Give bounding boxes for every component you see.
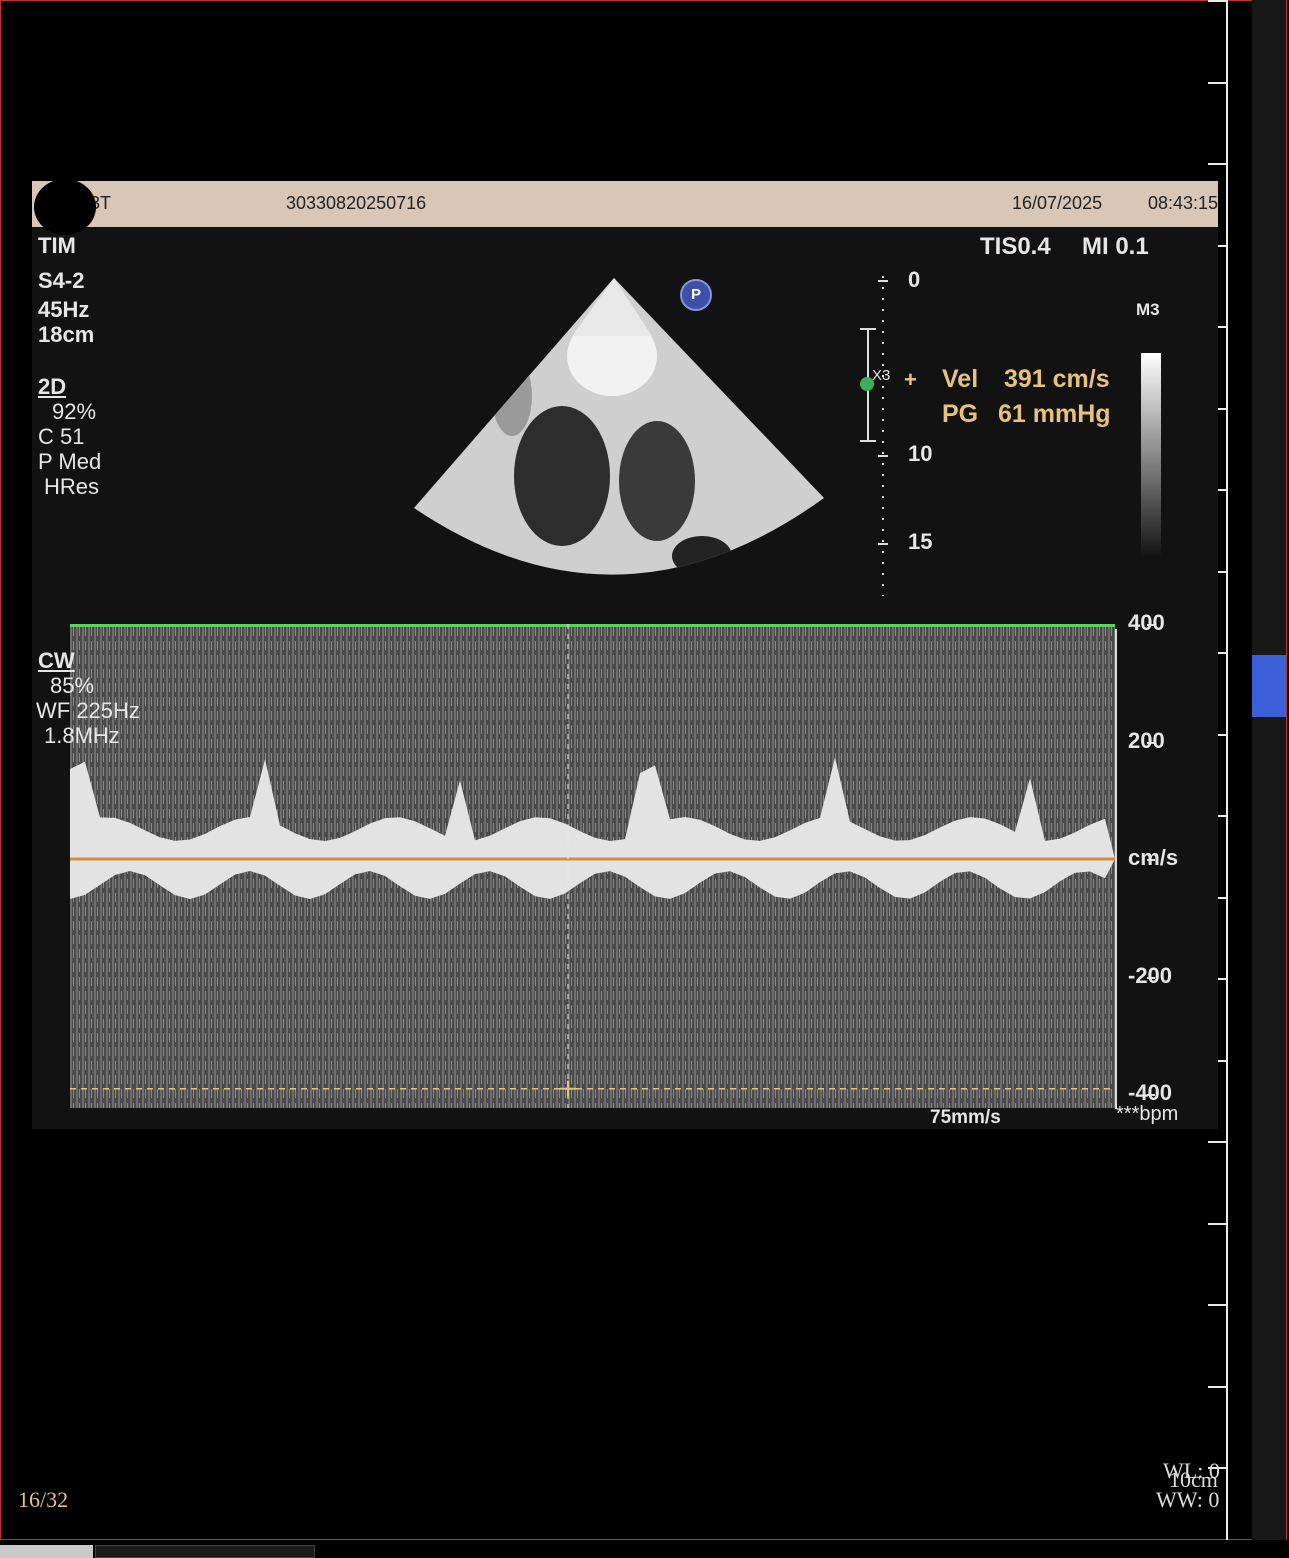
doppler-spectrum: [70, 624, 1115, 1108]
zoom-label: X3: [872, 367, 891, 384]
depth-scale: [860, 276, 888, 596]
heart-rate: ***bpm: [1116, 1103, 1179, 1125]
vel-value: 391 cm/s: [1004, 365, 1110, 393]
ruler-tick: [1208, 1141, 1228, 1143]
velocity-axis-label: 200: [1128, 727, 1165, 753]
cw-gain: 85%: [50, 673, 95, 698]
viewer-scrollbar-track[interactable]: [1252, 0, 1286, 1540]
probe-label: S4-2: [38, 268, 85, 293]
depth-tick-15: 15: [908, 529, 933, 554]
pg-value: 61 mmHg: [998, 400, 1111, 428]
ruler-tick: [1208, 1304, 1228, 1306]
vel-label: Vel: [942, 365, 979, 393]
doppler-frequency: 1.8MHz: [44, 723, 120, 748]
mode-label: TIM: [38, 233, 76, 258]
study-time: 08:43:15: [1148, 193, 1219, 213]
tis-index: TIS0.4: [980, 233, 1051, 260]
window-width: WW: 0: [1156, 1487, 1220, 1512]
ruler-tick: [1208, 82, 1228, 84]
grayscale-bar: [1141, 353, 1161, 558]
depth-tick-0: 0: [908, 267, 921, 292]
ruler-tick: [1208, 163, 1228, 165]
ultrasound-image: 3T 30330820250716 16/07/2025 08:43:15 TI…: [32, 179, 1218, 1129]
viewer-scrollbar-thumb[interactable]: [1252, 655, 1286, 717]
velocity-axis-label: -200: [1128, 962, 1173, 988]
viewer-ruler: [1226, 0, 1228, 1540]
depth-label: 18cm: [38, 322, 95, 347]
velocity-axis: [1115, 629, 1117, 1109]
wall-filter: WF 225Hz: [36, 698, 140, 723]
marker-badge: P: [680, 279, 712, 311]
study-date: 16/07/2025: [1012, 193, 1103, 213]
compression-label: C 51: [38, 424, 85, 449]
resolution-label: HRes: [44, 474, 100, 499]
taskbar-thumb-2[interactable]: [95, 1545, 315, 1558]
ruler-tick: [1208, 1223, 1228, 1225]
frame-counter: 16/32: [18, 1487, 69, 1512]
ruler-tick: [1208, 1386, 1228, 1388]
colormap-label: M3: [1136, 300, 1160, 319]
twod-label: 2D: [38, 374, 67, 399]
pg-label: PG: [942, 400, 979, 428]
velocity-axis-label: 400: [1128, 610, 1165, 635]
cw-label: CW: [38, 648, 75, 673]
depth-tick-10: 10: [908, 441, 933, 466]
echo-sector-image: [414, 278, 824, 575]
cursor-plus-icon: +: [904, 367, 917, 392]
velocity-axis-label: -400: [1128, 1080, 1173, 1105]
ruler-tick: [1208, 0, 1228, 2]
twod-gain: 92%: [52, 399, 97, 424]
power-label: P Med: [38, 449, 102, 474]
sweep-speed: 75mm/s: [930, 1107, 1001, 1128]
frame-rate-label: 45Hz: [38, 297, 90, 322]
study-header: 3T 30330820250716 16/07/2025 08:43:15: [32, 181, 1218, 227]
velocity-axis-label: cm/s: [1128, 845, 1179, 870]
study-id: 30330820250716: [286, 193, 427, 213]
taskbar-thumb-1[interactable]: [0, 1545, 93, 1558]
mi-index: MI 0.1: [1082, 233, 1149, 260]
redaction-mark: [34, 179, 96, 235]
